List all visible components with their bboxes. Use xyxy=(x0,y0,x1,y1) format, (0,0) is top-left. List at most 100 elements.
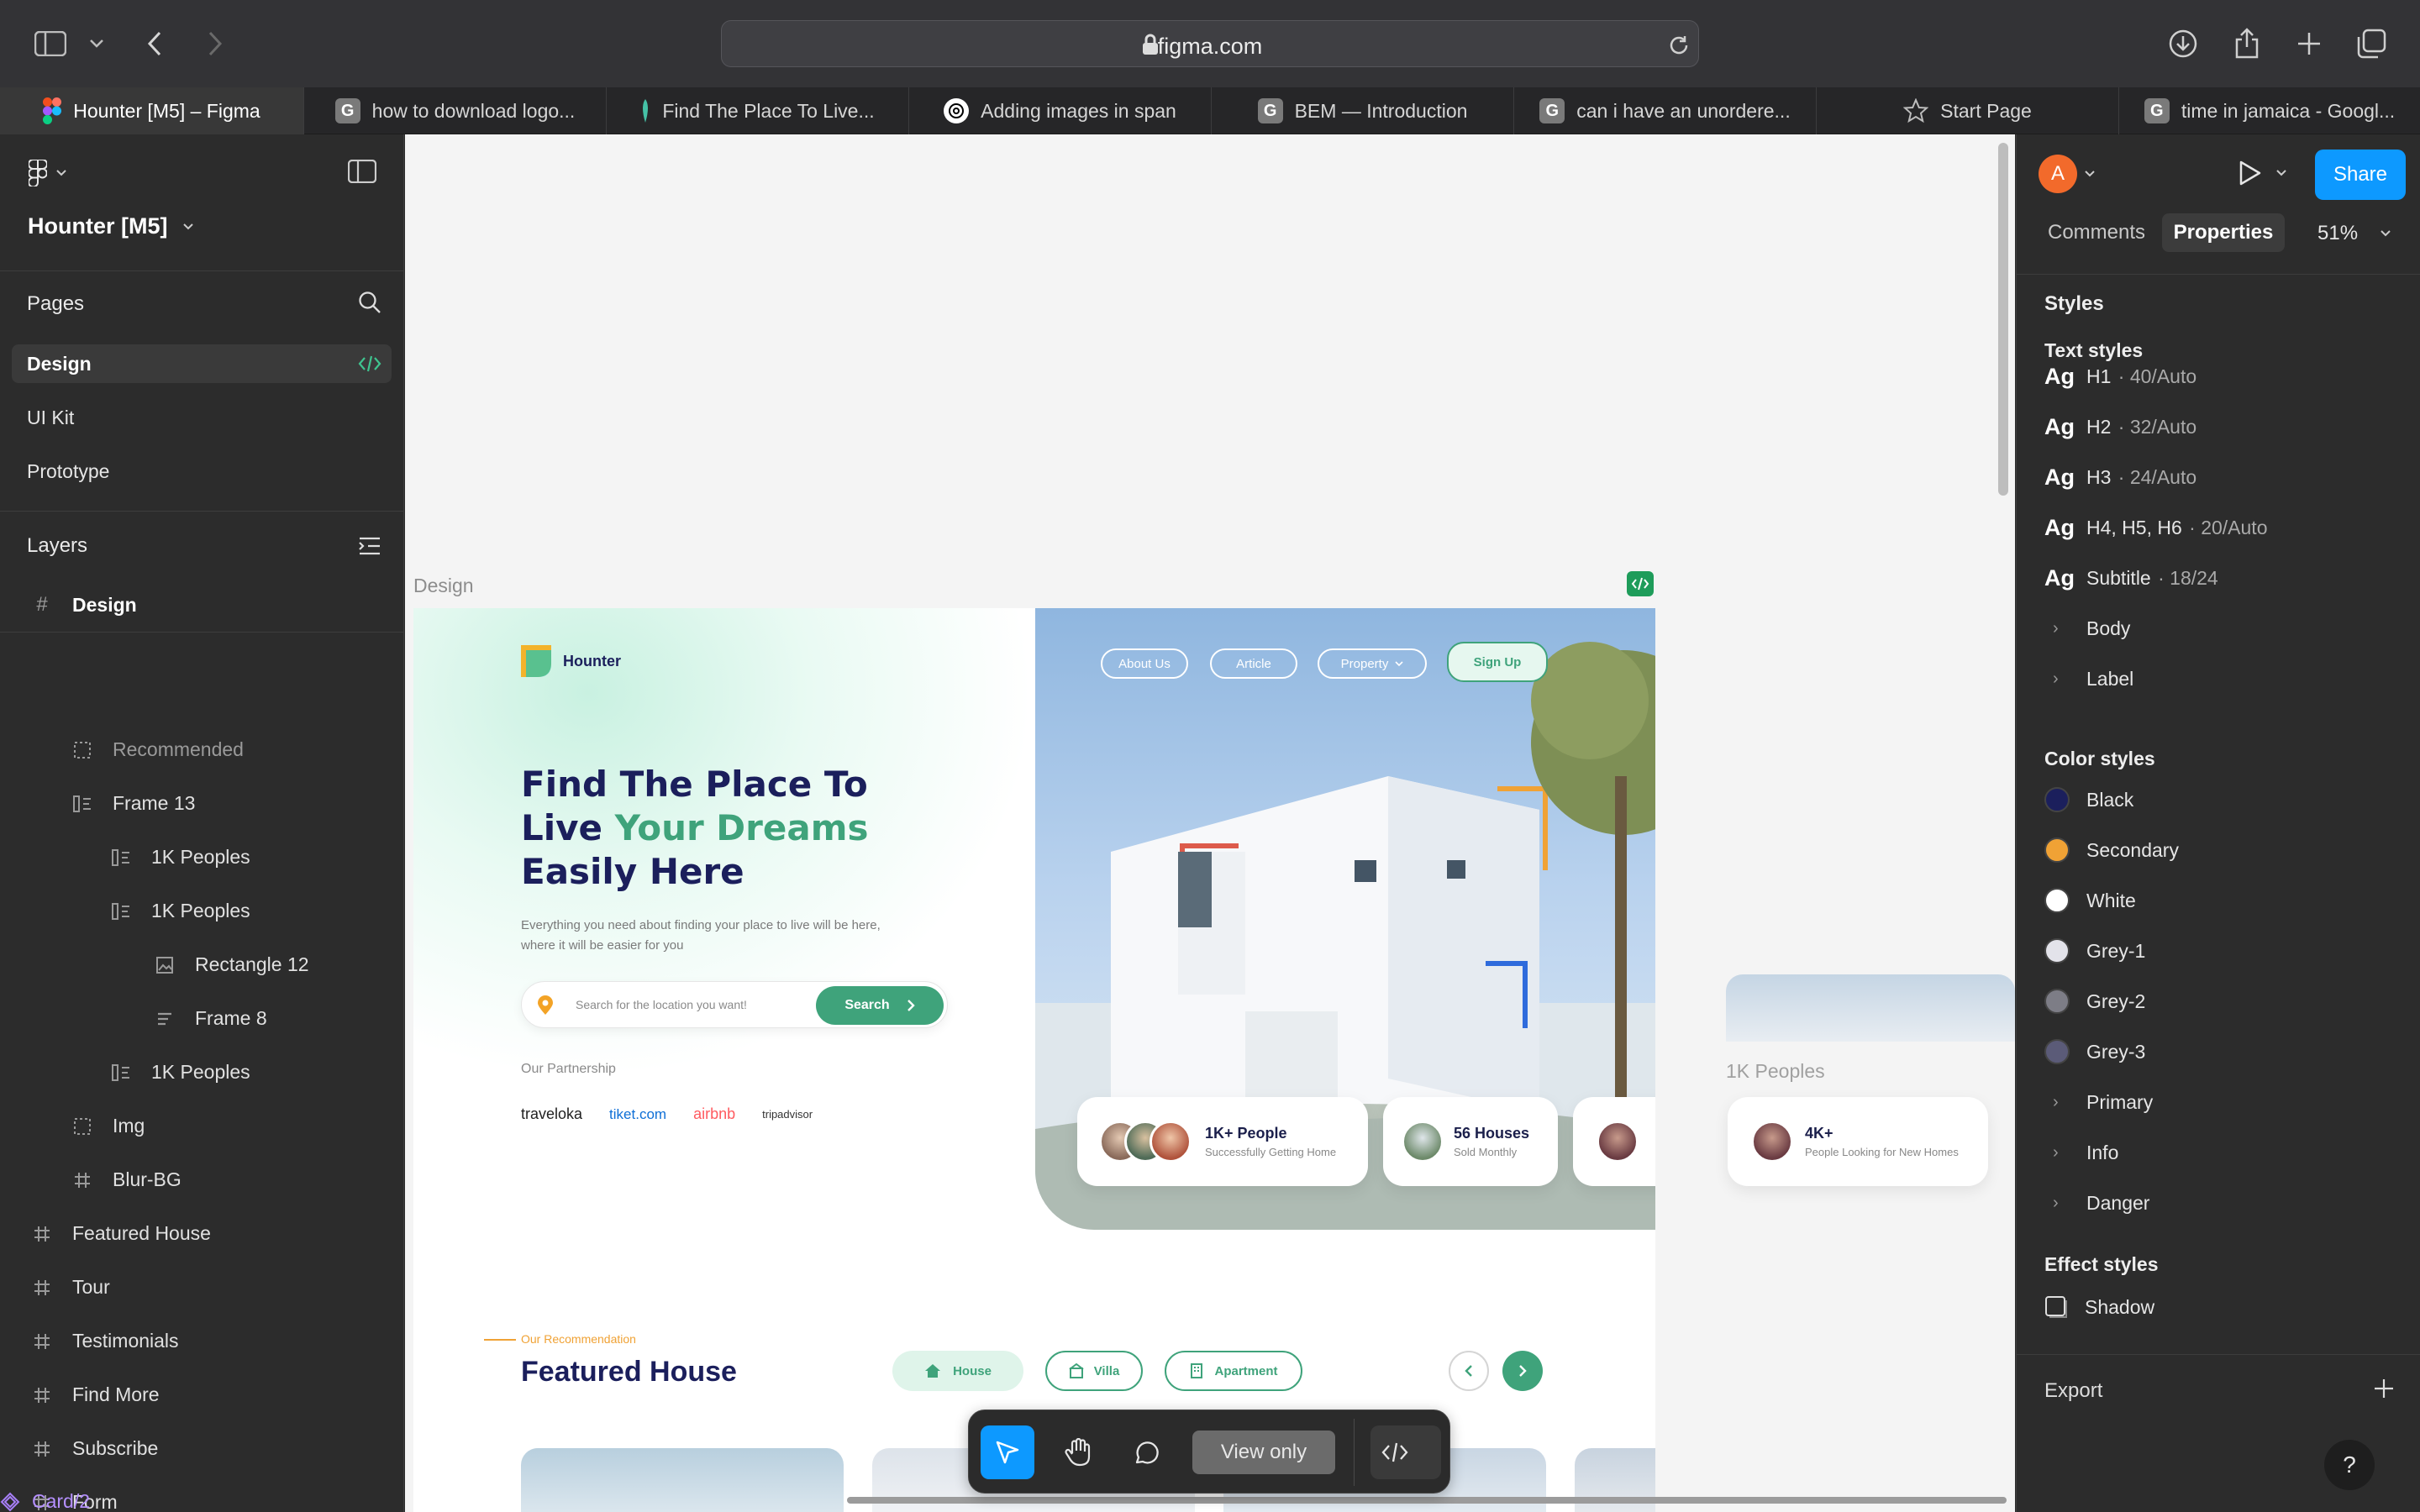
layer-item[interactable]: Featured House xyxy=(30,1207,211,1261)
stat-card-houses[interactable]: 56 Houses Sold Monthly xyxy=(1383,1097,1558,1186)
dev-mode-toggle[interactable] xyxy=(1370,1425,1441,1479)
text-style-name: H3 xyxy=(2086,465,2112,488)
side-frame-label[interactable]: 1K Peoples xyxy=(1726,1060,1825,1083)
dev-mode-badge-icon[interactable] xyxy=(1627,571,1654,596)
move-tool-button[interactable] xyxy=(981,1425,1034,1479)
page-item-prototype[interactable]: Prototype xyxy=(12,452,392,491)
browser-tab[interactable]: G time in jamaica - Googl... xyxy=(2119,87,2420,134)
filter-house[interactable]: House xyxy=(892,1351,1023,1391)
text-style-subtitle[interactable]: Ag Subtitle · 18/24 xyxy=(2044,561,2218,595)
color-style-item[interactable]: Secondary xyxy=(2044,833,2179,867)
comment-tool-button[interactable] xyxy=(1120,1425,1174,1479)
color-style-item[interactable]: Grey-1 xyxy=(2044,934,2145,968)
layer-item[interactable]: Find More xyxy=(30,1368,160,1422)
address-bar[interactable]: figma.com xyxy=(721,20,1699,67)
nav-sign-up-button[interactable]: Sign Up xyxy=(1447,642,1548,682)
color-group-info[interactable]: › Info xyxy=(2044,1136,2118,1169)
file-name-button[interactable]: Hounter [M5] xyxy=(28,213,194,239)
stat-card-partial[interactable] xyxy=(1573,1097,1655,1186)
color-group-primary[interactable]: › Primary xyxy=(2044,1085,2153,1119)
nav-about-us[interactable]: About Us xyxy=(1101,648,1188,679)
text-style-group-label[interactable]: › Label xyxy=(2044,662,2133,696)
design-frame[interactable]: Hounter Find The Place To Live Your Drea… xyxy=(413,608,1655,1512)
hero-search-box[interactable]: Search for the location you want! Search xyxy=(521,981,948,1028)
text-style-h1[interactable]: Ag H1 · 40/Auto xyxy=(2044,360,2196,393)
layer-item[interactable]: Subscribe xyxy=(30,1422,158,1476)
carousel-next-button[interactable] xyxy=(1502,1351,1543,1391)
filter-apartment[interactable]: Apartment xyxy=(1165,1351,1302,1391)
carousel-prev-button[interactable] xyxy=(1449,1351,1489,1391)
apartment-icon xyxy=(1191,1363,1203,1378)
user-avatar-button[interactable]: A xyxy=(2039,155,2096,193)
stat-card-people[interactable]: 1K+ People Successfully Getting Home xyxy=(1077,1097,1368,1186)
tab-overview-icon[interactable] xyxy=(2349,22,2393,66)
color-group-danger[interactable]: › Danger xyxy=(2044,1186,2149,1220)
nav-property[interactable]: Property xyxy=(1318,648,1427,679)
page-item-design[interactable]: Design xyxy=(12,344,392,383)
browser-tab[interactable]: G can i have an unordere... xyxy=(1514,87,1817,134)
sidebar-toggle-icon[interactable] xyxy=(29,22,72,66)
tab-comments[interactable]: Comments xyxy=(2035,213,2158,252)
panel-toggle-icon[interactable] xyxy=(348,160,376,183)
text-style-h4-h6[interactable]: Ag H4, H5, H6 · 20/Auto xyxy=(2044,511,2268,544)
color-style-item[interactable]: Grey-2 xyxy=(2044,984,2145,1018)
back-icon[interactable] xyxy=(133,22,176,66)
layer-component-card[interactable]: Card/2 xyxy=(0,1490,90,1512)
browser-tab-figma[interactable]: Hounter [M5] – Figma xyxy=(0,87,304,134)
layer-item[interactable]: Tour xyxy=(30,1261,110,1315)
collapse-layers-icon[interactable] xyxy=(358,536,381,556)
present-button[interactable] xyxy=(2238,160,2287,186)
nav-article[interactable]: Article xyxy=(1210,648,1297,679)
browser-tab[interactable]: Start Page xyxy=(1817,87,2119,134)
tab-properties[interactable]: Properties xyxy=(2162,213,2285,252)
share-button[interactable]: Share xyxy=(2315,150,2406,200)
horizontal-scrollbar[interactable] xyxy=(847,1497,2007,1504)
layer-item[interactable]: 1K Peoples xyxy=(109,885,250,938)
color-style-item[interactable]: Grey-3 xyxy=(2044,1035,2145,1068)
reload-icon[interactable] xyxy=(1668,34,1690,56)
hand-tool-button[interactable] xyxy=(1051,1425,1105,1479)
layer-item[interactable]: 1K Peoples xyxy=(109,831,250,885)
browser-tab[interactable]: Adding images in span xyxy=(909,87,1212,134)
layer-item[interactable]: Blur-BG xyxy=(71,1153,182,1207)
canvas[interactable]: Design 1K Peoples 4K+ People Looking for… xyxy=(405,134,2015,1512)
browser-tab[interactable]: G how to download logo... xyxy=(304,87,607,134)
layer-item[interactable]: Recommended xyxy=(71,723,244,777)
downloads-icon[interactable] xyxy=(2161,22,2205,66)
hero-search-button[interactable]: Search xyxy=(816,986,944,1025)
layer-item[interactable]: Testimonials xyxy=(30,1315,179,1368)
layer-item[interactable]: Rectangle 12 xyxy=(153,938,309,992)
side-house-card-image[interactable] xyxy=(1726,974,2015,1042)
code-icon xyxy=(1381,1442,1408,1462)
layer-item[interactable]: Img xyxy=(71,1100,145,1153)
layer-item[interactable]: Frame 8 xyxy=(153,992,267,1046)
color-style-item[interactable]: Black xyxy=(2044,783,2133,816)
sidebar-menu-chevron-icon[interactable] xyxy=(84,22,109,66)
forward-icon[interactable] xyxy=(193,22,237,66)
filter-villa[interactable]: Villa xyxy=(1045,1351,1143,1391)
layer-item[interactable]: Frame 13 xyxy=(71,777,195,831)
browser-tab[interactable]: G BEM — Introduction xyxy=(1212,87,1514,134)
main-menu-button[interactable] xyxy=(29,160,67,186)
share-icon[interactable] xyxy=(2225,22,2269,66)
zoom-menu[interactable]: 51% xyxy=(2317,222,2391,245)
text-style-h2[interactable]: Ag H2 · 32/Auto xyxy=(2044,410,2196,444)
vertical-scrollbar[interactable] xyxy=(1998,143,2008,496)
view-only-badge[interactable]: View only xyxy=(1192,1431,1335,1474)
text-style-group-body[interactable]: › Body xyxy=(2044,612,2130,645)
text-style-h3[interactable]: Ag H3 · 24/Auto xyxy=(2044,460,2196,494)
layer-root-design[interactable]: # Design xyxy=(30,578,136,632)
search-icon[interactable] xyxy=(358,291,381,314)
help-icon[interactable]: ? xyxy=(2324,1440,2375,1490)
side-stat-card[interactable]: 4K+ People Looking for New Homes xyxy=(1728,1097,1988,1186)
frame-label[interactable]: Design xyxy=(413,575,474,597)
color-swatch xyxy=(2044,938,2070,963)
page-item-ui-kit[interactable]: UI Kit xyxy=(12,398,392,437)
layer-item[interactable]: 1K Peoples xyxy=(109,1046,250,1100)
add-export-icon[interactable] xyxy=(2373,1378,2395,1399)
house-card-image[interactable] xyxy=(521,1448,844,1512)
browser-tab[interactable]: Find The Place To Live... xyxy=(607,87,909,134)
new-tab-icon[interactable] xyxy=(2287,22,2331,66)
effect-style-shadow[interactable]: Shadow xyxy=(2044,1290,2154,1324)
color-style-item[interactable]: White xyxy=(2044,884,2136,917)
